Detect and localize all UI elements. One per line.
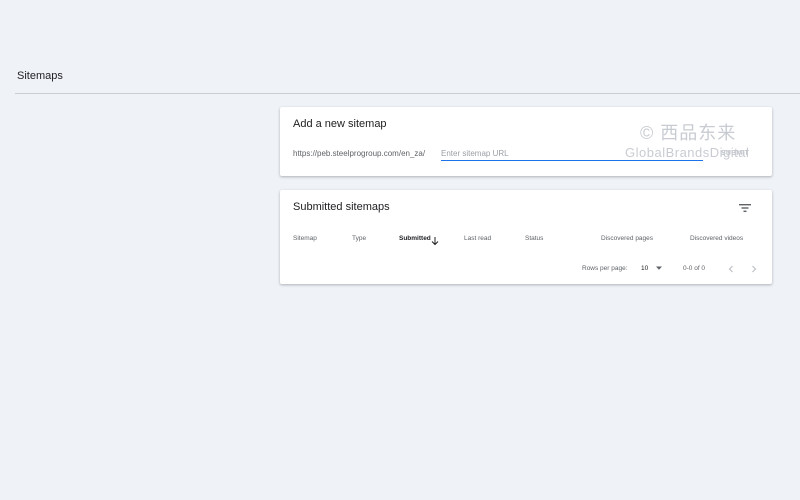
column-header-discovered-videos[interactable]: Discovered videos xyxy=(690,235,743,242)
column-header-discovered-pages[interactable]: Discovered pages xyxy=(601,235,653,242)
chevron-left-icon[interactable] xyxy=(725,262,737,274)
column-header-status[interactable]: Status xyxy=(525,235,543,242)
rows-per-page-select[interactable]: 10 xyxy=(640,262,666,274)
filter-list-icon[interactable] xyxy=(739,200,751,212)
rows-per-page-value: 10 xyxy=(641,265,649,272)
chevron-right-icon[interactable] xyxy=(748,262,760,274)
column-header-last-read[interactable]: Last read xyxy=(464,235,491,242)
submitted-sitemaps-card: Submitted sitemaps Sitemap Type Submitte… xyxy=(280,190,772,284)
submitted-sitemaps-title: Submitted sitemaps xyxy=(293,201,390,213)
page-title: Sitemaps xyxy=(17,70,63,82)
column-header-sitemap[interactable]: Sitemap xyxy=(293,235,317,242)
column-header-submitted[interactable]: Submitted xyxy=(399,235,431,242)
column-header-type[interactable]: Type xyxy=(352,235,366,242)
arrow-down-icon[interactable] xyxy=(430,233,440,246)
watermark-line1: © 西品东来 xyxy=(640,123,737,143)
add-sitemap-card: Add a new sitemap https://peb.steelprogr… xyxy=(280,107,772,176)
chevron-down-icon xyxy=(655,264,663,272)
submit-button[interactable]: SUBMIT xyxy=(710,145,760,161)
sitemap-url-prefix: https://peb.steelprogroup.com/en_za/ xyxy=(293,149,426,158)
page-header: Sitemaps xyxy=(15,60,800,94)
sitemaps-page: Sitemaps Add a new sitemap https://peb.s… xyxy=(0,0,800,500)
rows-per-page-label: Rows per page: xyxy=(582,265,628,272)
sitemap-url-input[interactable] xyxy=(441,145,703,161)
pagination-range: 0-0 of 0 xyxy=(683,265,706,272)
add-sitemap-title: Add a new sitemap xyxy=(293,118,387,130)
